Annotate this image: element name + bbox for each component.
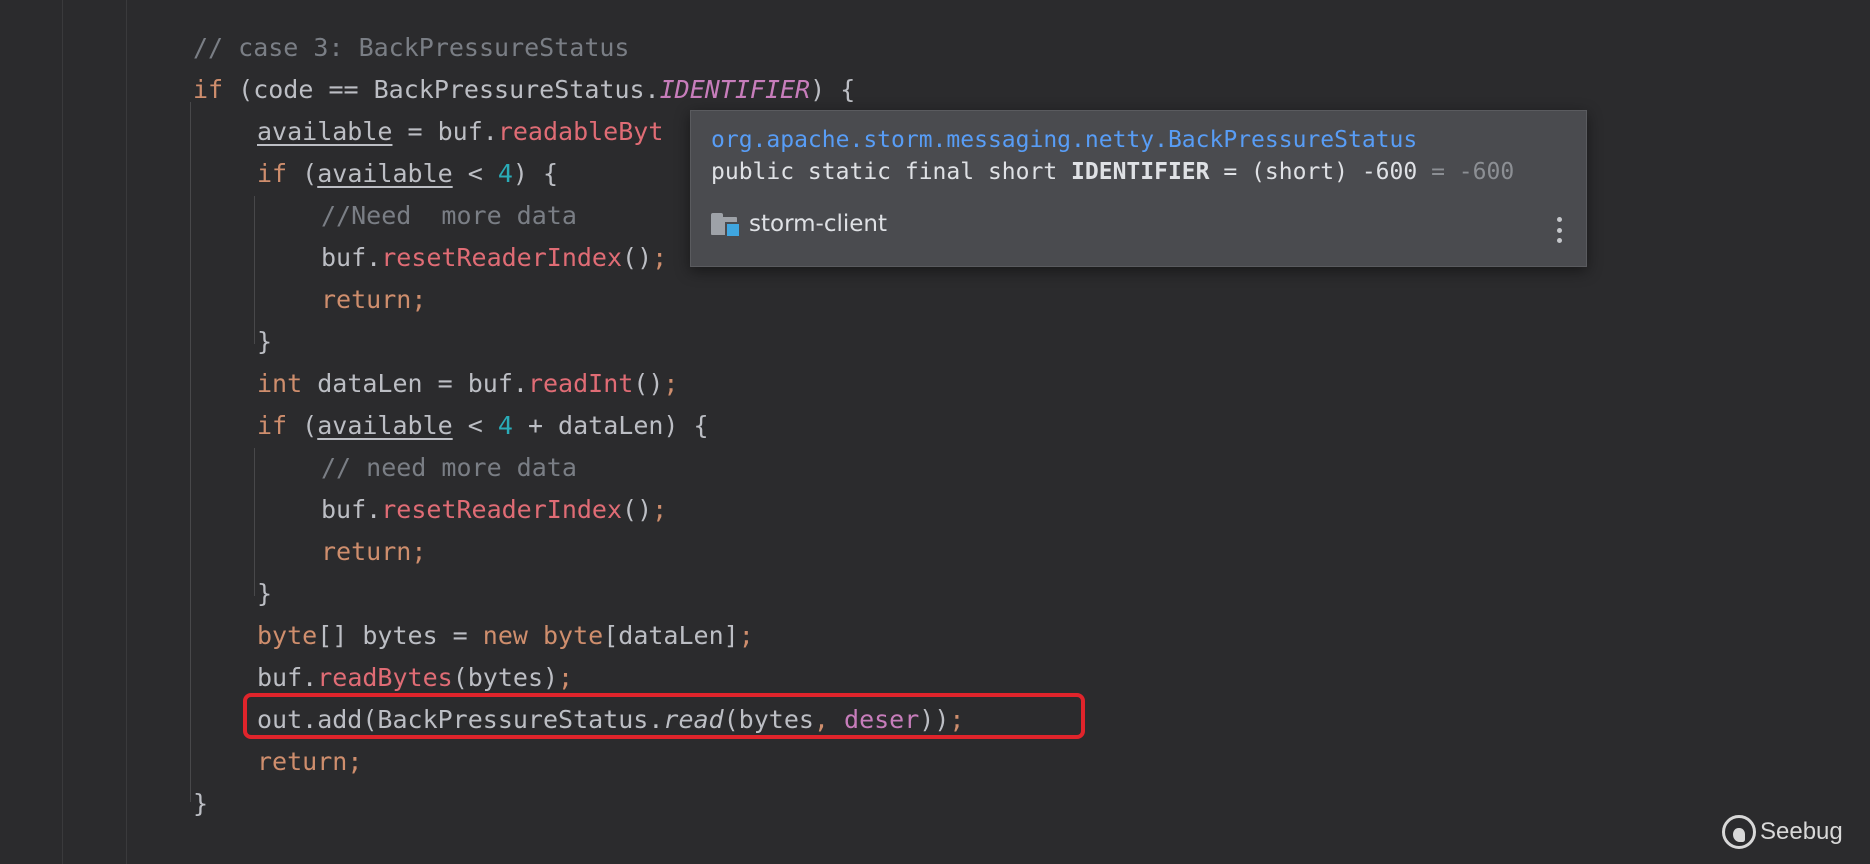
decl-computed: = -600 (1417, 159, 1515, 185)
popup-class-name[interactable]: org.apache.storm.messaging.netty.BackPre… (711, 127, 1417, 153)
code-token: dataLen = buf. (317, 369, 528, 398)
gutter-divider (62, 0, 63, 864)
module-name: storm-client (749, 211, 887, 237)
code-line[interactable]: // need more data (321, 447, 577, 489)
code-token: ; (411, 537, 427, 566)
code-token: readableByt (497, 117, 664, 146)
code-token: < (452, 411, 498, 440)
code-token: () (622, 495, 653, 524)
code-token: available (317, 411, 453, 440)
code-token: resetReaderIndex (381, 495, 623, 524)
code-token: ; (347, 747, 363, 776)
code-token: if (193, 75, 239, 104)
code-token: //Need more data (321, 201, 577, 230)
code-line[interactable]: return; (257, 741, 362, 783)
watermark-text: Seebug (1760, 818, 1843, 845)
code-token: + dataLen) { (512, 411, 709, 440)
code-token: return (321, 537, 412, 566)
code-token: ( (302, 159, 318, 188)
code-line[interactable]: return; (321, 531, 426, 573)
code-token: ; (411, 285, 427, 314)
code-token: if (257, 159, 303, 188)
quick-doc-popup[interactable]: org.apache.storm.messaging.netty.BackPre… (690, 110, 1587, 267)
code-line[interactable]: //Need more data (321, 195, 577, 237)
code-token: 4 (497, 159, 513, 188)
code-line[interactable]: } (193, 783, 208, 825)
code-token: buf. (321, 243, 382, 272)
code-token: buf. (321, 495, 382, 524)
watermark: Seebug (1722, 815, 1843, 849)
code-token: } (193, 789, 209, 818)
code-line[interactable]: int dataLen = buf.readInt(); (257, 363, 678, 405)
highlight-box (243, 693, 1085, 739)
indent-guide-outer (126, 0, 127, 864)
decl-name: IDENTIFIER (1071, 159, 1210, 185)
decl-value: = (short) -600 (1209, 159, 1418, 185)
decl-prefix: public static final short (711, 159, 1072, 185)
code-token: byte (257, 621, 318, 650)
code-token: } (257, 327, 273, 356)
code-line[interactable]: buf.resetReaderIndex(); (321, 489, 667, 531)
code-token: return (321, 285, 412, 314)
module-folder-icon (711, 213, 741, 238)
code-token: return (257, 747, 348, 776)
code-line[interactable]: if (available < 4) { (257, 153, 558, 195)
code-token: available (257, 117, 393, 146)
code-token: // need more data (321, 453, 577, 482)
code-token: = buf. (392, 117, 498, 146)
code-token: [] bytes = (317, 621, 483, 650)
code-token: ; (738, 621, 754, 650)
code-line[interactable]: if (code == BackPressureStatus.IDENTIFIE… (193, 69, 855, 111)
code-line[interactable]: available = buf.readableByt (257, 111, 663, 153)
popup-declaration: public static final short IDENTIFIER = (… (711, 159, 1514, 185)
code-line[interactable]: return; (321, 279, 426, 321)
code-token: ; (558, 663, 574, 692)
indent-guide-if-block (190, 102, 191, 802)
code-line[interactable]: if (available < 4 + dataLen) { (257, 405, 709, 447)
code-token: 4 (497, 411, 513, 440)
code-token: readBytes (317, 663, 453, 692)
code-token: () (622, 243, 653, 272)
code-line[interactable]: } (257, 573, 272, 615)
code-token: // case 3: BackPressureStatus (193, 33, 630, 62)
more-vertical-icon[interactable] (1556, 217, 1562, 243)
code-token: < (452, 159, 498, 188)
code-token: IDENTIFIER (659, 75, 811, 104)
code-token: buf. (257, 663, 318, 692)
code-line[interactable]: byte[] bytes = new byte[dataLen]; (257, 615, 754, 657)
code-token: available (317, 159, 453, 188)
code-token: resetReaderIndex (381, 243, 623, 272)
indent-guide-if-datalen (254, 448, 255, 596)
code-token: } (257, 579, 273, 608)
code-token: ) { (810, 75, 856, 104)
code-token: ; (663, 369, 679, 398)
code-token: (code == BackPressureStatus. (238, 75, 660, 104)
code-line[interactable]: } (257, 321, 272, 363)
code-token: ; (652, 495, 668, 524)
code-line[interactable]: // case 3: BackPressureStatus (193, 27, 630, 69)
popup-module: storm-client (711, 209, 887, 239)
code-token: (bytes) (452, 663, 559, 692)
code-token: ( (302, 411, 318, 440)
code-token: [dataLen] (603, 621, 739, 650)
indent-guide-if-available (254, 196, 255, 344)
code-token: readInt (527, 369, 634, 398)
code-token: if (257, 411, 303, 440)
code-token: () (633, 369, 664, 398)
code-line[interactable]: buf.resetReaderIndex(); (321, 237, 667, 279)
code-token: ) { (512, 159, 559, 188)
code-token: ; (652, 243, 668, 272)
code-token: int (257, 369, 318, 398)
code-token: new byte (482, 621, 604, 650)
seebug-logo-icon (1722, 815, 1756, 849)
